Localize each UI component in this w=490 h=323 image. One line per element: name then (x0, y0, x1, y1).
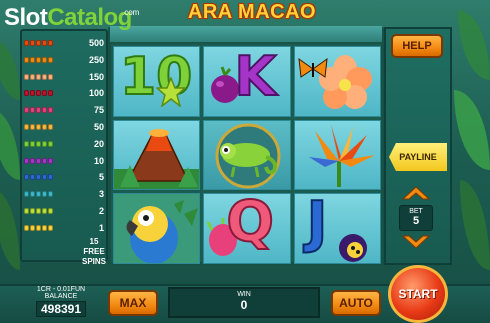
reel-cell-chameleon (203, 119, 291, 191)
max-bet-button[interactable]: MAX (108, 290, 158, 316)
flower-butterfly-icon (298, 55, 372, 109)
paytable-row: 10 (24, 155, 106, 167)
passion-fruit-icon (338, 234, 367, 263)
paytable-value: 3 (98, 189, 104, 200)
reel-cell-volcano (113, 119, 201, 191)
k-symbol: K (233, 46, 277, 109)
bird-of-paradise-flower-icon (308, 124, 375, 187)
paytable-value: 150 (88, 71, 104, 82)
ruby-group-icon (24, 90, 53, 97)
bird-group-icon (24, 40, 53, 46)
paytable-panel: 500 250 150 100 75 50 20 10 5 3 2 1 15 FREE SPINS (20, 29, 108, 266)
paytable-row: 75 (24, 104, 106, 116)
reel-top-bar (110, 26, 382, 44)
reel-grid: 10 K Q J (113, 46, 381, 264)
jungle-foliage-left (0, 40, 20, 290)
paytable-row: 150 (24, 71, 106, 83)
paytable-value: 100 (88, 88, 104, 99)
q-symbol: Q (225, 193, 275, 256)
paytable-value: 1 (98, 222, 104, 233)
balance-label: BALANCE (44, 293, 78, 300)
bet-value: 5 (412, 215, 420, 227)
paytable-row: 5 (24, 171, 106, 183)
paytable-row: 2 (24, 205, 106, 217)
help-button[interactable]: HELP (391, 34, 443, 58)
paytable-value: 500 (88, 38, 104, 48)
watermark-com-text: .com (122, 8, 140, 17)
paytable-row: 50 (24, 121, 106, 133)
paytable-value: 5 (98, 172, 104, 183)
green-group-icon (24, 140, 53, 147)
volcano-icon (114, 128, 200, 190)
win-value: 0 (240, 298, 248, 312)
paytable-row: 250 (24, 54, 106, 66)
denomination-label[interactable]: 1CR - 0.01FUN (20, 286, 102, 293)
flower-group-icon (24, 73, 53, 80)
star-fruit-icon (156, 77, 186, 107)
gold-group-icon (24, 224, 53, 231)
paytable-row: 500 (24, 37, 106, 49)
reel-cell-flower (293, 46, 381, 117)
blue-group-icon (24, 174, 53, 181)
auto-spin-button[interactable]: AUTO (331, 290, 381, 316)
balance-value: 498391 (35, 301, 87, 317)
paytable-value: 50 (93, 122, 104, 132)
paytable-row: 20 (24, 138, 106, 150)
watermark-slot-text: Slot (4, 4, 48, 31)
paytable-row: 100 (24, 87, 106, 99)
j-symbol: J (306, 193, 329, 256)
berry-group-icon (24, 107, 53, 114)
reel-cell-q: Q (203, 193, 291, 264)
jungle-foliage-right (452, 0, 490, 290)
slotcatalog-watermark: Slot Catalog .com (4, 4, 139, 34)
macaw-parrot-icon (114, 194, 200, 263)
win-display: WIN 0 (168, 287, 320, 318)
chameleon-icon (215, 123, 281, 189)
butterfly-group-icon (24, 56, 53, 63)
paytable-value: 10 (93, 155, 104, 166)
balance-panel: 1CR - 0.01FUN BALANCE 498391 (20, 286, 102, 320)
start-spin-button[interactable]: START (388, 265, 448, 323)
game-title: ARA MACAO DELUXE (187, 1, 317, 46)
orange-group-icon (24, 124, 53, 130)
paytable-value: 250 (88, 54, 104, 65)
win-label: WIN (237, 291, 251, 298)
watermark-catalog-text: Catalog (47, 4, 132, 31)
payline-button[interactable]: PAYLINE (389, 143, 447, 171)
paytable-value: 2 (98, 206, 104, 216)
reel-cell-10: 10 (113, 46, 201, 117)
reel-cell-macaw (113, 193, 201, 264)
bet-label: BET (409, 208, 423, 215)
bet-display: BET 5 (399, 205, 433, 231)
teal-group-icon (24, 191, 53, 198)
free-spins-label: 15 FREE SPINS (81, 237, 106, 266)
bet-decrease-arrow-icon[interactable] (401, 234, 431, 250)
paytable-value: 75 (93, 105, 104, 116)
reel-cell-j: J (293, 193, 381, 264)
bet-increase-arrow-icon[interactable] (401, 185, 431, 201)
lime-group-icon (24, 208, 53, 214)
purple-group-icon (24, 157, 53, 164)
paytable-value: 20 (93, 138, 104, 149)
paytable-row: 3 (24, 188, 106, 200)
reel-cell-bird-of-paradise (293, 119, 381, 191)
paytable-row: 1 (24, 222, 106, 234)
reel-cell-k: K (203, 46, 291, 117)
